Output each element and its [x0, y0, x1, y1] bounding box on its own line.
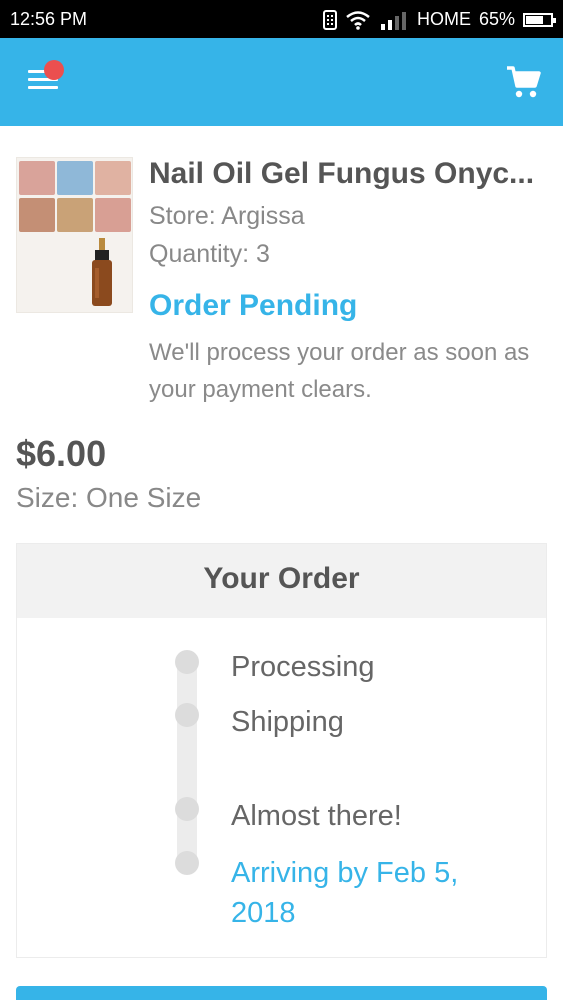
battery-percent: 65% — [478, 9, 515, 29]
order-tracking-card: Your Order Processing Shipping Almost th… — [16, 543, 547, 958]
signal-icon — [380, 11, 406, 30]
tracking-dot — [175, 797, 199, 821]
shopping-cart-icon[interactable] — [505, 64, 541, 100]
nail-thumb — [19, 198, 55, 232]
tracking-dot — [175, 851, 199, 875]
quantity-label: Quantity: 3 — [149, 240, 270, 268]
status-icons: HOME 65% — [322, 9, 556, 30]
product-image[interactable] — [16, 157, 133, 313]
nail-thumb — [95, 198, 131, 232]
hamburger-menu-icon[interactable] — [28, 60, 64, 92]
store-label: Store: Argissa — [149, 202, 305, 230]
nail-thumb — [19, 161, 55, 195]
step-arrival-date: Arriving by Feb 5, 2018 — [231, 857, 459, 929]
nail-thumb — [57, 161, 93, 195]
wifi-icon — [346, 10, 370, 30]
product-title[interactable]: Nail Oil Gel Fungus Onyc... — [149, 157, 549, 191]
status-time: 12:56 PM — [10, 9, 88, 29]
step-processing: Processing — [231, 651, 375, 683]
nail-thumb — [95, 161, 131, 195]
tracking-dot — [175, 650, 199, 674]
oil-bottle-icon — [92, 238, 112, 306]
tracking-dot — [175, 703, 199, 727]
product-size: Size: One Size — [16, 482, 202, 513]
status-bar: 12:56 PM HOME 65% — [0, 0, 563, 38]
app-bar — [0, 38, 563, 126]
bottom-action-button[interactable] — [16, 986, 547, 1000]
nail-thumb — [57, 198, 93, 232]
step-shipping: Shipping — [231, 706, 344, 738]
order-card-heading: Your Order — [17, 544, 546, 618]
tracking-rail — [177, 652, 197, 872]
product-price: $6.00 — [16, 433, 107, 474]
order-status: Order Pending — [149, 289, 358, 322]
carrier-label: HOME — [416, 9, 471, 29]
step-almost-there: Almost there! — [231, 800, 402, 832]
battery-icon — [523, 12, 556, 27]
notification-dot — [44, 60, 64, 80]
sim-icon — [322, 9, 337, 30]
order-status-description: We'll process your order as soon as your… — [149, 339, 530, 403]
